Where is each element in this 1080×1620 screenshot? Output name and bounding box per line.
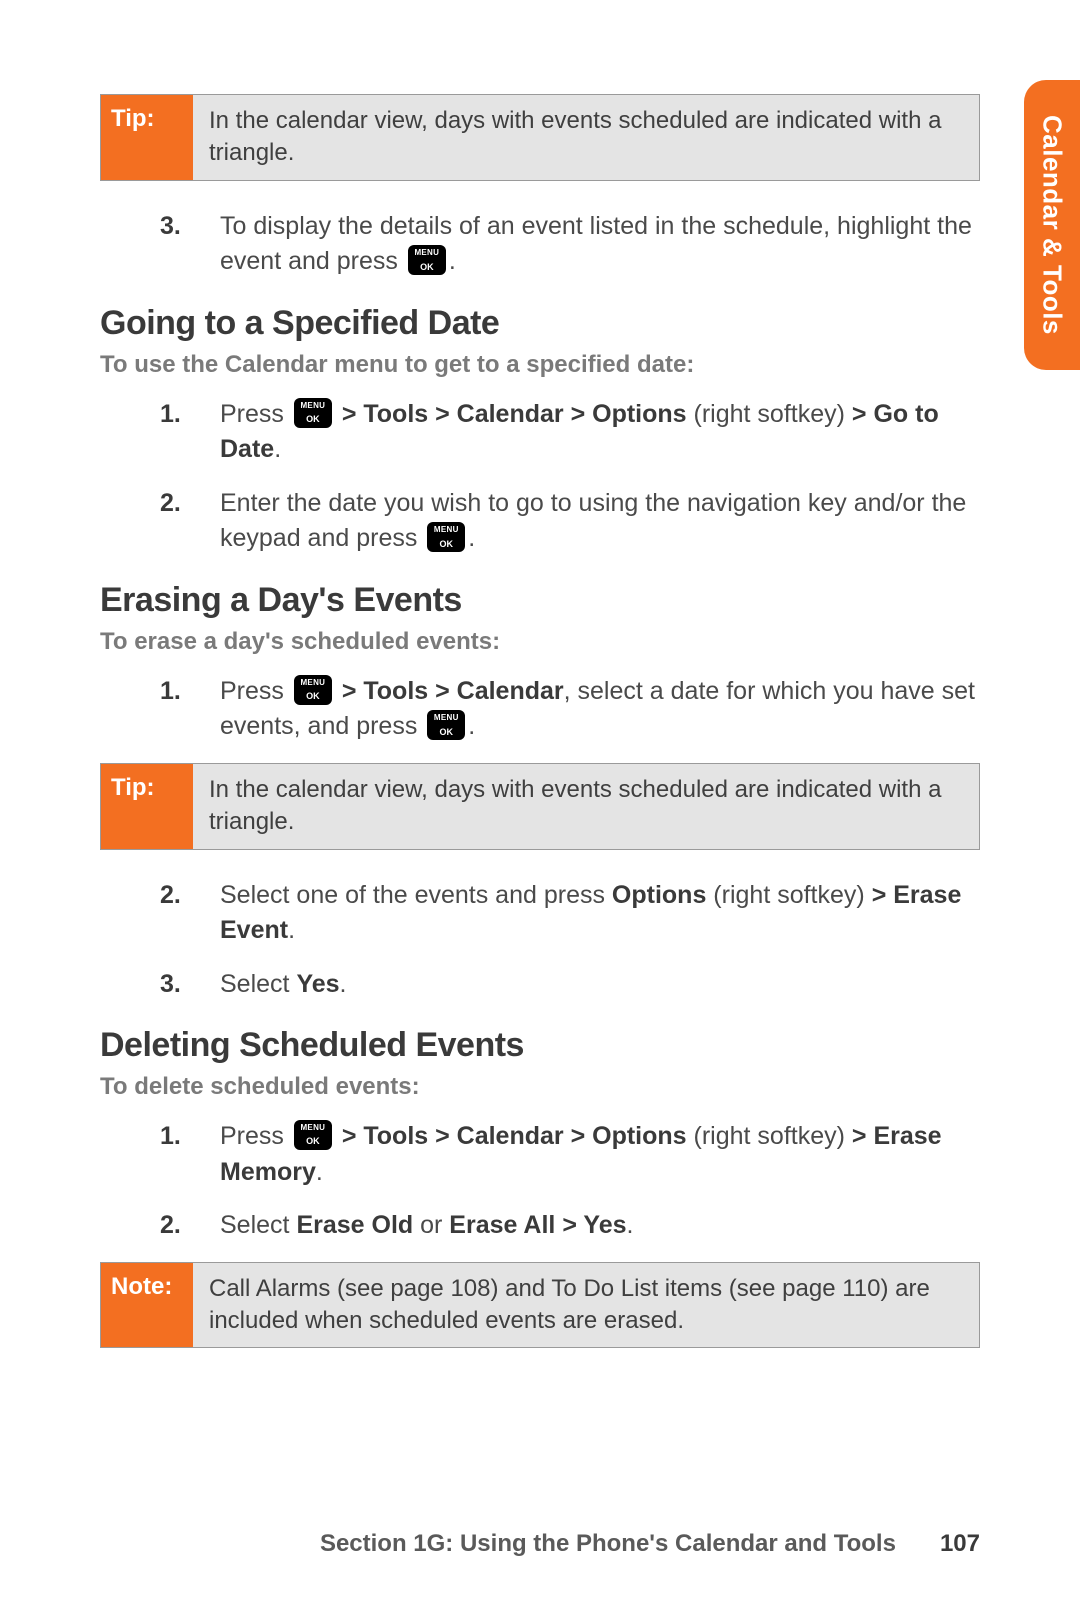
step-list: 1. Press > Tools > Calendar, select a da… (100, 674, 980, 745)
step-text: (right softkey) (706, 881, 871, 909)
list-item: 1. Press > Tools > Calendar, select a da… (100, 674, 980, 745)
step-text: . (449, 247, 456, 275)
step-text: . (288, 916, 295, 944)
tip-label: Tip: (101, 95, 193, 180)
step-text: . (274, 435, 281, 463)
step-text: , select a date for which you have set e… (220, 677, 975, 741)
step-number: 3. (160, 209, 181, 245)
step-number: 1. (160, 1119, 181, 1155)
step-text: Select one of the events and press (220, 881, 612, 909)
note-label: Note: (101, 1263, 193, 1348)
page-body: Tip: In the calendar view, days with eve… (100, 80, 980, 1376)
section-subhead: To use the Calendar menu to get to a spe… (100, 351, 980, 379)
side-tab-label: Calendar & Tools (1037, 115, 1068, 335)
tip-text: In the calendar view, days with events s… (193, 95, 979, 180)
list-item: 2. Select one of the events and press Op… (100, 878, 980, 949)
step-text: (right softkey) (687, 1122, 852, 1150)
tip-callout: Tip: In the calendar view, days with eve… (100, 94, 980, 181)
step-text: To display the details of an event liste… (220, 212, 972, 276)
step-list: 1. Press > Tools > Calendar > Options (r… (100, 1119, 980, 1244)
footer-section: Section 1G: Using the Phone's Calendar a… (320, 1530, 896, 1558)
bold-term: Options (612, 881, 706, 909)
list-item: 3. Select Yes. (100, 967, 980, 1003)
step-number: 2. (160, 1208, 181, 1244)
menu-ok-key-icon (427, 522, 465, 552)
menu-path: > Tools > Calendar (342, 677, 564, 705)
step-text: (right softkey) (687, 400, 852, 428)
menu-ok-key-icon (294, 398, 332, 428)
step-number: 3. (160, 967, 181, 1003)
step-text: . (468, 712, 475, 740)
section-heading: Deleting Scheduled Events (100, 1026, 980, 1065)
note-callout: Note: Call Alarms (see page 108) and To … (100, 1262, 980, 1349)
step-list: 3. To display the details of an event li… (100, 209, 980, 280)
section-heading: Going to a Specified Date (100, 304, 980, 343)
step-list: 1. Press > Tools > Calendar > Options (r… (100, 397, 980, 557)
step-number: 1. (160, 397, 181, 433)
menu-ok-key-icon (294, 675, 332, 705)
step-text: Select (220, 970, 296, 998)
section-subhead: To delete scheduled events: (100, 1073, 980, 1101)
step-text: Press (220, 677, 291, 705)
step-text: . (340, 970, 347, 998)
list-item: 1. Press > Tools > Calendar > Options (r… (100, 1119, 980, 1190)
section-subhead: To erase a day's scheduled events: (100, 628, 980, 656)
step-text: Select (220, 1211, 296, 1239)
list-item: 2. Enter the date you wish to go to usin… (100, 486, 980, 557)
step-number: 2. (160, 486, 181, 522)
bold-term: Erase Old (296, 1211, 413, 1239)
list-item: 2. Select Erase Old or Erase All > Yes. (100, 1208, 980, 1244)
step-list: 2. Select one of the events and press Op… (100, 878, 980, 1003)
menu-ok-key-icon (294, 1120, 332, 1150)
step-text: . (468, 524, 475, 552)
section-heading: Erasing a Day's Events (100, 581, 980, 620)
step-number: 1. (160, 674, 181, 710)
step-text: or (413, 1211, 449, 1239)
note-text: Call Alarms (see page 108) and To Do Lis… (193, 1263, 979, 1348)
list-item: 3. To display the details of an event li… (100, 209, 980, 280)
bold-term: Yes (296, 970, 339, 998)
tip-label: Tip: (101, 764, 193, 849)
step-text: Press (220, 400, 291, 428)
page-footer: Section 1G: Using the Phone's Calendar a… (100, 1530, 980, 1558)
step-number: 2. (160, 878, 181, 914)
step-text: . (316, 1158, 323, 1186)
menu-path: > Tools > Calendar > Options (342, 1122, 687, 1150)
menu-path: > Tools > Calendar > Options (342, 400, 687, 428)
menu-path: Erase All > Yes (449, 1211, 626, 1239)
step-text: Press (220, 1122, 291, 1150)
tip-text: In the calendar view, days with events s… (193, 764, 979, 849)
step-text: . (627, 1211, 634, 1239)
list-item: 1. Press > Tools > Calendar > Options (r… (100, 397, 980, 468)
page-number: 107 (940, 1530, 980, 1558)
menu-ok-key-icon (427, 710, 465, 740)
menu-ok-key-icon (408, 245, 446, 275)
tip-callout: Tip: In the calendar view, days with eve… (100, 763, 980, 850)
section-side-tab: Calendar & Tools (1024, 80, 1080, 370)
step-text: Enter the date you wish to go to using t… (220, 489, 966, 553)
